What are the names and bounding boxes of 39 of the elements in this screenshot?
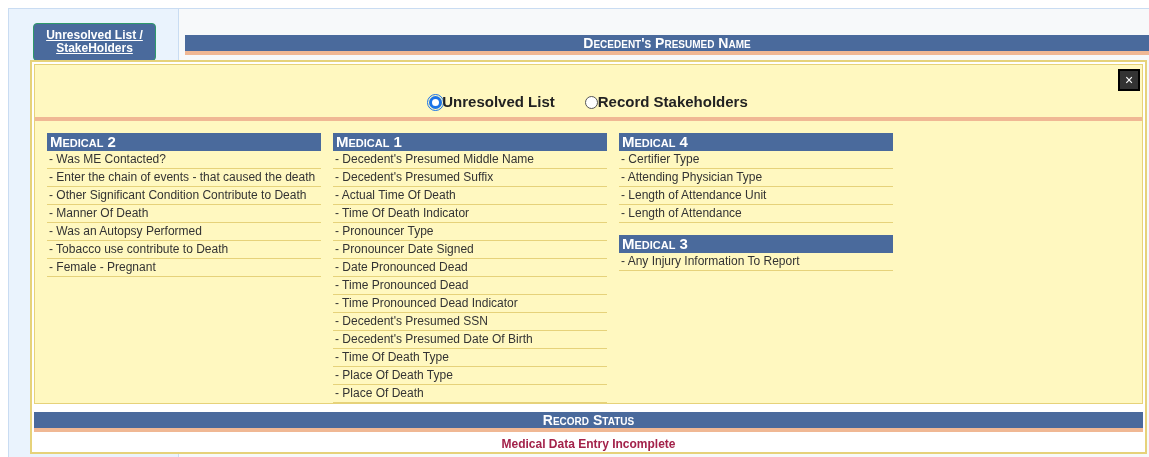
unresolved-item: - Enter the chain of events - that caused the death: [47, 168, 321, 187]
unresolved-item: - Time Pronounced Dead: [333, 276, 607, 295]
unresolved-item: - Was ME Contacted?: [47, 150, 321, 169]
unresolved-item: - Place Of Death Type: [333, 366, 607, 385]
radio-option[interactable]: Record Stakeholders: [584, 91, 748, 114]
unresolved-item: - Length of Attendance Unit: [619, 186, 893, 205]
unresolved-item: - Certifier Type: [619, 150, 893, 169]
group-header: Medical 1: [333, 132, 607, 151]
section-header: Decedent's Presumed Name: [185, 35, 1149, 55]
unresolved-item: - Date Pronounced Dead: [333, 258, 607, 277]
section-header: Record Status: [34, 411, 1143, 432]
unresolved-item: - Tobacco use contribute to Death: [47, 240, 321, 259]
unresolved-list-button[interactable]: Unresolved List / StakeHolders: [33, 23, 156, 61]
radio-option[interactable]: Unresolved List: [429, 91, 555, 114]
group-header: Medical 2: [47, 132, 321, 151]
unresolved-item: - Manner Of Death: [47, 204, 321, 223]
unresolved-item: - Place Of Death: [333, 384, 607, 403]
unresolved-item: - Time Of Death Indicator: [333, 204, 607, 223]
unresolved-item: - Decedent's Presumed Middle Name: [333, 150, 607, 169]
close-button[interactable]: ×: [1118, 69, 1140, 91]
unresolved-item: - Length of Attendance: [619, 204, 893, 223]
unresolved-item: - Decedent's Presumed Suffix: [333, 168, 607, 187]
unresolved-item: - Other Significant Condition Contribute to Death: [47, 186, 321, 205]
unresolved-item: - Was an Autopsy Performed: [47, 222, 321, 241]
unresolved-item: - Pronouncer Date Signed: [333, 240, 607, 259]
unresolved-item: - Attending Physician Type: [619, 168, 893, 187]
unresolved-item: - Pronouncer Type: [333, 222, 607, 241]
group-header: Medical 4: [619, 132, 893, 151]
unresolved-item: - Female - Pregnant: [47, 258, 321, 277]
radio-button[interactable]: [429, 95, 443, 109]
unresolved-item: - Decedent's Presumed SSN: [333, 312, 607, 331]
unresolved-item: - Time Of Death Type: [333, 348, 607, 367]
radio-button[interactable]: [584, 95, 598, 109]
unresolved-item: - Actual Time Of Death: [333, 186, 607, 205]
group-header: Medical 3: [619, 234, 893, 253]
unresolved-item: - Time Pronounced Dead Indicator: [333, 294, 607, 313]
unresolved-item: - Any Injury Information To Report: [619, 252, 893, 271]
record-status-text: Medical Data Entry Incomplete: [500, 435, 677, 453]
unresolved-item: - Decedent's Presumed Date Of Birth: [333, 330, 607, 349]
